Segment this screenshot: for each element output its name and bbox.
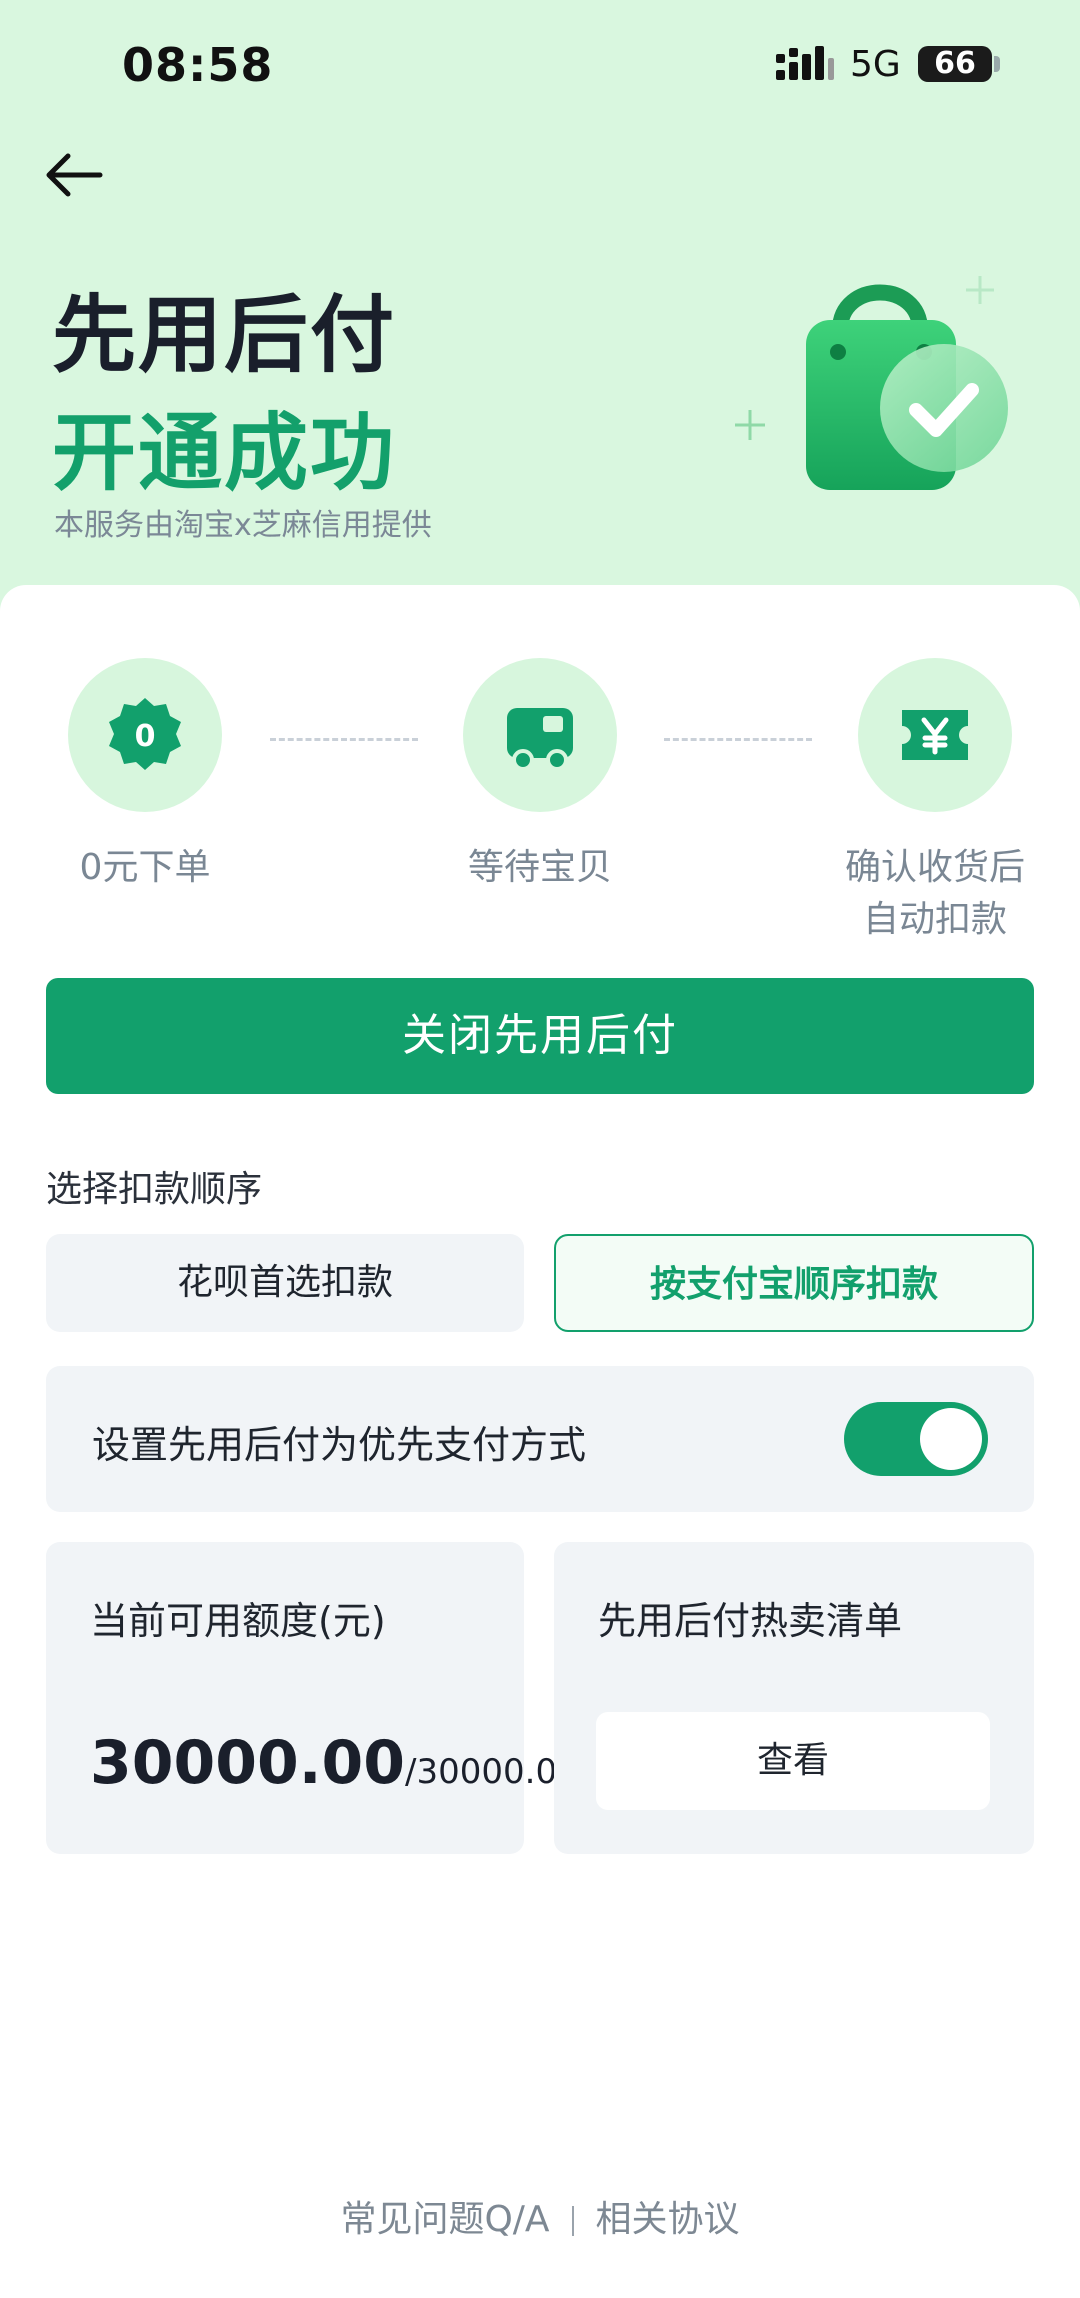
battery-tip bbox=[994, 56, 1000, 72]
shopping-bag-check-icon bbox=[735, 276, 1008, 490]
yuan-ticket-icon bbox=[902, 710, 968, 760]
deduction-order-title: 选择扣款顺序 bbox=[46, 1169, 263, 1210]
step-deduct-circle bbox=[858, 658, 1012, 812]
toggle-knob bbox=[920, 1408, 982, 1470]
view-button[interactable]: 查看 bbox=[596, 1712, 990, 1810]
zero-badge-icon: 0 bbox=[109, 698, 181, 770]
status-time: 08:58 bbox=[122, 38, 274, 92]
hero-subtitle: 开通成功 bbox=[52, 404, 397, 502]
close-pay-later-button[interactable]: 关闭先用后付 bbox=[46, 978, 1034, 1094]
preference-label: 设置先用后付为优先支付方式 bbox=[92, 1423, 587, 1467]
option-huabei-first[interactable]: 花呗首选扣款 bbox=[46, 1234, 524, 1332]
preference-row: 设置先用后付为优先支付方式 bbox=[46, 1366, 1034, 1512]
battery-icon: 66 bbox=[918, 46, 992, 82]
step-wait: 等待宝贝 bbox=[390, 658, 690, 894]
credit-total: /30000.00 bbox=[405, 1752, 579, 1792]
credit-available: 30000.00 bbox=[90, 1728, 406, 1798]
step-wait-label: 等待宝贝 bbox=[467, 847, 612, 888]
footer-separator bbox=[571, 2206, 574, 2236]
faq-link[interactable]: 常见问题Q/A bbox=[340, 2199, 549, 2240]
hot-list-title: 先用后付热卖清单 bbox=[598, 1599, 903, 1643]
agreement-link[interactable]: 相关协议 bbox=[596, 2199, 740, 2240]
back-arrow-icon[interactable] bbox=[40, 140, 110, 210]
network-label: 5G bbox=[850, 44, 901, 85]
preference-toggle[interactable] bbox=[844, 1402, 988, 1476]
credit-panel: 当前可用额度(元) 30000.00/30000.00 bbox=[46, 1542, 579, 1854]
status-bar: 08:58 5G 66 bbox=[0, 0, 1080, 130]
hot-list-panel: 先用后付热卖清单 查看 bbox=[554, 1542, 1034, 1854]
step-order-circle: 0 bbox=[68, 658, 222, 812]
step-deduct: 确认收货后 自动扣款 bbox=[785, 658, 1080, 946]
credit-value: 30000.00/30000.00 bbox=[90, 1728, 579, 1798]
option-alipay-order[interactable]: 按支付宝顺序扣款 bbox=[554, 1234, 1034, 1332]
hero-title: 先用后付 bbox=[52, 286, 397, 384]
delivery-truck-icon bbox=[507, 708, 573, 771]
step-order: 0 0元下单 bbox=[0, 658, 295, 894]
step-wait-circle bbox=[463, 658, 617, 812]
step-order-label: 0元下单 bbox=[79, 847, 211, 888]
footer-links: 常见问题Q/A 相关协议 bbox=[0, 2190, 1080, 2242]
hero-note: 本服务由淘宝x芝麻信用提供 bbox=[54, 508, 432, 543]
signal-icon bbox=[776, 46, 834, 80]
credit-title: 当前可用额度(元) bbox=[90, 1599, 386, 1643]
zero-badge-text: 0 bbox=[135, 719, 156, 754]
step-deduct-label: 确认收货后 自动扣款 bbox=[844, 847, 1025, 940]
